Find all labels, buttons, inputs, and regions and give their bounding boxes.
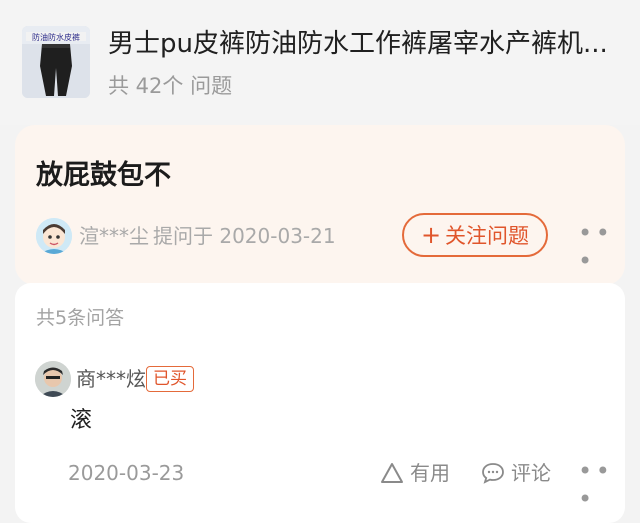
asked-date: 提问于 2020-03-21 (153, 224, 336, 248)
comment-button[interactable]: 评论 (481, 459, 551, 487)
follow-question-button[interactable]: + 关注问题 (402, 213, 548, 257)
thumbnail-label: 防油防水皮裤 (32, 32, 80, 42)
follow-label: 关注问题 (445, 224, 530, 248)
product-thumbnail[interactable]: 防油防水皮裤 (22, 26, 90, 98)
answer-date: 2020-03-23 (68, 461, 185, 485)
product-header[interactable]: 防油防水皮裤 男士pu皮裤防油防水工作裤屠宰水产裤机... 共 42个 问题 (0, 0, 640, 125)
answers-count: 共5条问答 (36, 307, 125, 329)
triangle-icon (380, 462, 404, 484)
question-title: 放屁鼓包不 (36, 160, 171, 191)
comment-label: 评论 (511, 461, 551, 485)
useful-button[interactable]: 有用 (380, 459, 450, 487)
comment-icon (481, 462, 505, 484)
purchased-badge: 已买 (146, 366, 194, 392)
question-card: 放屁鼓包不 渲***尘 提问于 2020-03-21 + 关注问题 • • • (15, 125, 625, 285)
answerer-avatar (35, 361, 71, 397)
useful-label: 有用 (410, 461, 450, 485)
answers-card: 共5条问答 商***炫 已买 滚 2020-03-23 有用 评论 • • • (15, 283, 625, 523)
asker-avatar (36, 218, 72, 254)
plus-icon: + (420, 221, 442, 249)
answer-text: 滚 (70, 408, 93, 433)
question-count: 共 42个 问题 (108, 74, 233, 98)
answer-more-options-icon[interactable]: • • • (578, 457, 625, 513)
more-options-icon[interactable]: • • • (578, 219, 625, 275)
answerer-name: 商***炫 (76, 367, 146, 391)
asker-name: 渲***尘 (79, 224, 149, 248)
product-title[interactable]: 男士pu皮裤防油防水工作裤屠宰水产裤机... (108, 26, 618, 62)
